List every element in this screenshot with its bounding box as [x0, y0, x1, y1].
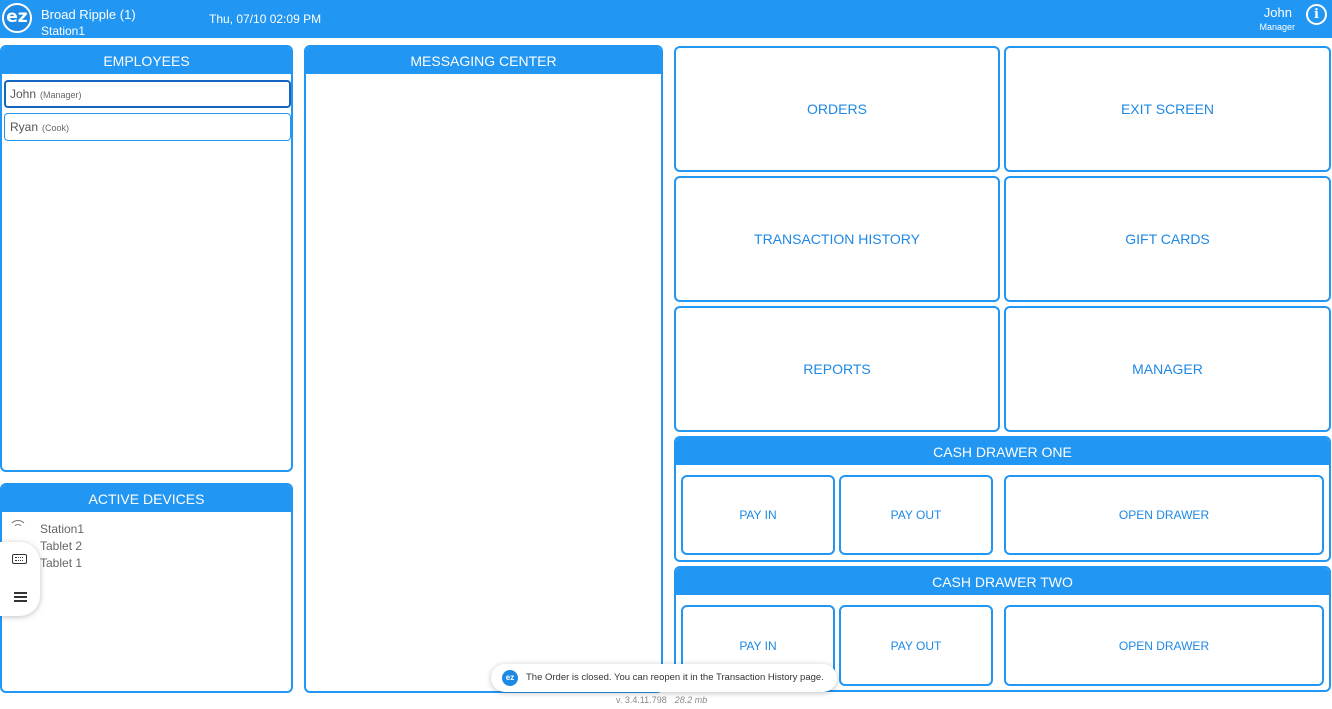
- wifi-icon: [9, 519, 27, 531]
- reports-label: REPORTS: [803, 361, 871, 377]
- floating-tools-handle[interactable]: [0, 542, 40, 616]
- employees-panel: EMPLOYEES John (Manager) Ryan (Cook): [0, 45, 293, 472]
- toast-message: The Order is closed. You can reopen it i…: [526, 672, 824, 683]
- drawer-two-pay-out-button[interactable]: PAY OUT: [839, 605, 993, 686]
- messaging-center-title: MESSAGING CENTER: [306, 47, 661, 74]
- device-item: Station1: [40, 522, 85, 536]
- drawer-one-open-drawer-button[interactable]: OPEN DRAWER: [1004, 475, 1324, 555]
- current-user-role: Manager: [1259, 22, 1295, 32]
- ez-logo-icon: ez: [502, 670, 518, 686]
- store-name: Broad Ripple (1): [41, 7, 136, 22]
- cash-drawer-one-title: CASH DRAWER ONE: [676, 438, 1329, 465]
- employee-role: (Manager): [40, 90, 82, 100]
- messaging-center-panel: MESSAGING CENTER: [304, 45, 663, 693]
- current-user-name[interactable]: John: [1264, 5, 1292, 20]
- orders-button[interactable]: ORDERS: [674, 46, 1000, 172]
- toast-notification: ez The Order is closed. You can reopen i…: [491, 664, 837, 692]
- open-drawer-label: OPEN DRAWER: [1118, 508, 1210, 522]
- info-icon[interactable]: i: [1306, 4, 1327, 25]
- gift-cards-button[interactable]: GIFT CARDS: [1004, 176, 1331, 302]
- station-name: Station1: [41, 24, 86, 38]
- cash-drawer-two-title: CASH DRAWER TWO: [676, 568, 1329, 595]
- employee-item-john[interactable]: John (Manager): [4, 80, 291, 108]
- exit-screen-label: EXIT SCREEN: [1120, 101, 1215, 117]
- employee-role: (Cook): [42, 123, 70, 133]
- device-item: Tablet 2: [40, 539, 83, 553]
- device-item: Tablet 1: [40, 556, 83, 570]
- exit-screen-button[interactable]: EXIT SCREEN: [1004, 46, 1331, 172]
- pay-out-label: PAY OUT: [890, 508, 942, 522]
- transaction-history-button[interactable]: TRANSACTION HISTORY: [674, 176, 1000, 302]
- version-number: v. 3.4.11.798: [616, 695, 667, 705]
- manager-button[interactable]: MANAGER: [1004, 306, 1331, 432]
- ez-logo-icon: ez: [2, 3, 32, 33]
- gift-cards-label: GIFT CARDS: [1125, 231, 1210, 247]
- app-version: v. 3.4.11.798 28.2 mb: [616, 695, 707, 705]
- pay-in-label: PAY IN: [739, 508, 777, 522]
- open-drawer-label: OPEN DRAWER: [1118, 638, 1210, 653]
- active-devices-panel: ACTIVE DEVICES Station1 Tablet 2 Tablet …: [0, 483, 293, 693]
- top-bar: ez Broad Ripple (1) Station1 Thu, 07/10 …: [0, 0, 1332, 38]
- pay-out-label: PAY OUT: [890, 638, 942, 653]
- drawer-two-open-drawer-button[interactable]: OPEN DRAWER: [1004, 605, 1324, 686]
- memory-usage: 28.2 mb: [674, 695, 708, 705]
- active-devices-panel-title: ACTIVE DEVICES: [2, 485, 291, 512]
- transaction-history-label: TRANSACTION HISTORY: [754, 231, 920, 247]
- keyboard-icon[interactable]: [12, 554, 27, 564]
- manager-label: MANAGER: [1132, 361, 1203, 377]
- current-datetime: Thu, 07/10 02:09 PM: [209, 12, 322, 26]
- orders-label: ORDERS: [807, 101, 867, 117]
- menu-icon[interactable]: [14, 592, 27, 602]
- employees-panel-title: EMPLOYEES: [2, 47, 291, 74]
- employee-item-ryan[interactable]: Ryan (Cook): [4, 113, 291, 141]
- reports-button[interactable]: REPORTS: [674, 306, 1000, 432]
- employee-name: John: [10, 87, 37, 101]
- drawer-one-pay-out-button[interactable]: PAY OUT: [839, 475, 993, 555]
- employee-name: Ryan: [10, 120, 39, 134]
- pay-in-label: PAY IN: [739, 638, 777, 653]
- drawer-one-pay-in-button[interactable]: PAY IN: [681, 475, 835, 555]
